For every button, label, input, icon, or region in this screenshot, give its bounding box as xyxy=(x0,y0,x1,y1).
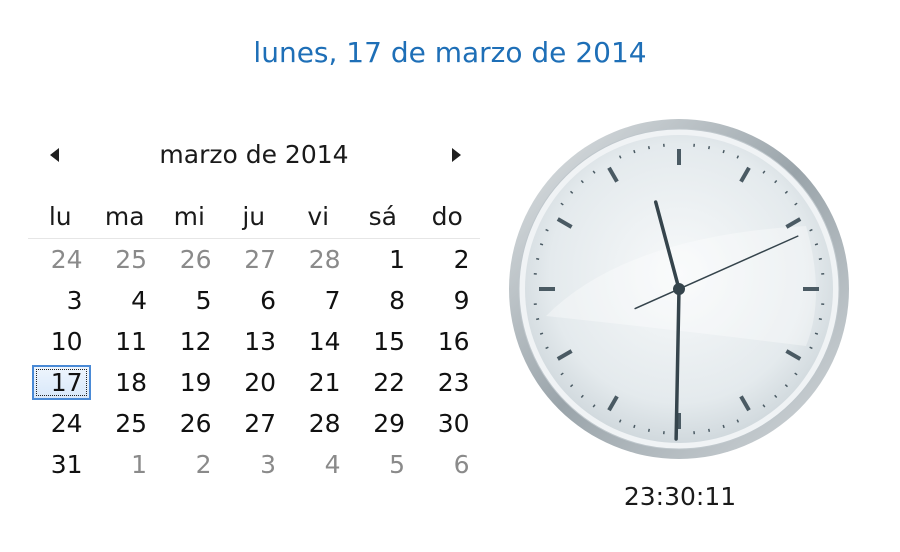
calendar-day[interactable]: 31 xyxy=(28,444,93,485)
long-date-link[interactable]: lunes, 17 de marzo de 2014 xyxy=(0,36,900,69)
clock-minute-mark xyxy=(707,146,711,150)
clock-minute-mark xyxy=(633,149,636,154)
calendar-day[interactable]: 14 xyxy=(286,321,351,362)
weekday-label: ju xyxy=(242,201,266,231)
weekday-label: mi xyxy=(173,201,205,231)
weekday-header-row: lu ma mi ju vi sá do xyxy=(28,194,480,239)
calendar-day[interactable]: 20 xyxy=(222,362,287,403)
clock-minute-mark xyxy=(818,317,822,321)
calendar-day[interactable]: 26 xyxy=(157,403,222,444)
weekday-label: lu xyxy=(48,201,72,231)
calendar-day[interactable]: 2 xyxy=(415,239,480,280)
calendar-day[interactable]: 27 xyxy=(222,403,287,444)
calendar-day[interactable]: 6 xyxy=(415,444,480,485)
clock-minute-mark xyxy=(722,149,725,154)
calendar-day[interactable]: 10 xyxy=(28,321,93,362)
calendar-day[interactable]: 1 xyxy=(93,444,158,485)
calendar-day[interactable]: 19 xyxy=(157,362,222,403)
calendar-day[interactable]: 16 xyxy=(415,321,480,362)
calendar-day[interactable]: 22 xyxy=(351,362,416,403)
weekday-label: ma xyxy=(104,201,145,231)
weekday-label: vi xyxy=(307,201,330,231)
calendar-day-today[interactable]: 17 xyxy=(32,365,91,400)
calendar-day[interactable]: 24 xyxy=(28,239,93,280)
clock-minute-mark xyxy=(722,424,725,429)
clock-minute-mark xyxy=(539,243,544,246)
calendar-day[interactable]: 28 xyxy=(286,403,351,444)
calendar-day[interactable]: 9 xyxy=(415,280,480,321)
weekday-label: do xyxy=(431,201,463,231)
calendar-day[interactable]: 30 xyxy=(415,403,480,444)
clock-minute-mark xyxy=(814,332,819,335)
clock-minute-mark xyxy=(647,146,651,150)
calendar-header: marzo de 2014 xyxy=(28,136,480,180)
clock-minute-mark xyxy=(818,257,822,261)
day-grid: 24 25 26 27 28 1 2 3 4 5 6 7 8 9 10 11 12 13 14 15 16 17 18 19 2… xyxy=(28,239,480,485)
calendar-day[interactable]: 23 xyxy=(415,362,480,403)
calendar-day[interactable]: 3 xyxy=(28,280,93,321)
calendar-day[interactable]: 3 xyxy=(222,444,287,485)
calendar-day[interactable]: 25 xyxy=(93,403,158,444)
calendar-day[interactable]: 4 xyxy=(93,280,158,321)
calendar-day[interactable]: 25 xyxy=(93,239,158,280)
weekday-label: sá xyxy=(368,201,397,231)
clock-minute-mark xyxy=(814,243,819,246)
calendar-day[interactable]: 27 xyxy=(222,239,287,280)
calendar-day[interactable]: 26 xyxy=(157,239,222,280)
clock-minute-mark xyxy=(647,428,651,432)
clock-minute-mark xyxy=(536,317,540,321)
calendar-day[interactable]: 12 xyxy=(157,321,222,362)
calendar-day[interactable]: 29 xyxy=(351,403,416,444)
digital-time: 23:30:11 xyxy=(623,482,737,511)
calendar-day[interactable]: 8 xyxy=(351,280,416,321)
calendar-day[interactable]: 5 xyxy=(351,444,416,485)
clock-minute-mark xyxy=(707,428,711,432)
calendar-day[interactable]: 5 xyxy=(157,280,222,321)
calendar-day[interactable]: 28 xyxy=(286,239,351,280)
clock-minute-mark xyxy=(539,332,544,335)
calendar-day[interactable]: 1 xyxy=(351,239,416,280)
clock-minute-mark xyxy=(536,257,540,261)
clock-minute-mark xyxy=(633,424,636,429)
calendar-day[interactable]: 4 xyxy=(286,444,351,485)
analog-clock xyxy=(509,119,849,459)
calendar-day[interactable]: 13 xyxy=(222,321,287,362)
calendar-day[interactable]: 6 xyxy=(222,280,287,321)
calendar-day[interactable]: 15 xyxy=(351,321,416,362)
calendar-day[interactable]: 21 xyxy=(286,362,351,403)
next-month-button[interactable] xyxy=(442,140,470,170)
calendar-day[interactable]: 18 xyxy=(93,362,158,403)
calendar-day[interactable]: 24 xyxy=(28,403,93,444)
calendar-day[interactable]: 2 xyxy=(157,444,222,485)
calendar: marzo de 2014 lu ma mi ju vi sá do 24 25 2… xyxy=(28,136,480,485)
month-title[interactable]: marzo de 2014 xyxy=(28,140,480,169)
calendar-day[interactable]: 7 xyxy=(286,280,351,321)
calendar-day[interactable]: 11 xyxy=(93,321,158,362)
triangle-right-icon xyxy=(451,148,461,162)
clock-center-pin xyxy=(673,283,685,295)
